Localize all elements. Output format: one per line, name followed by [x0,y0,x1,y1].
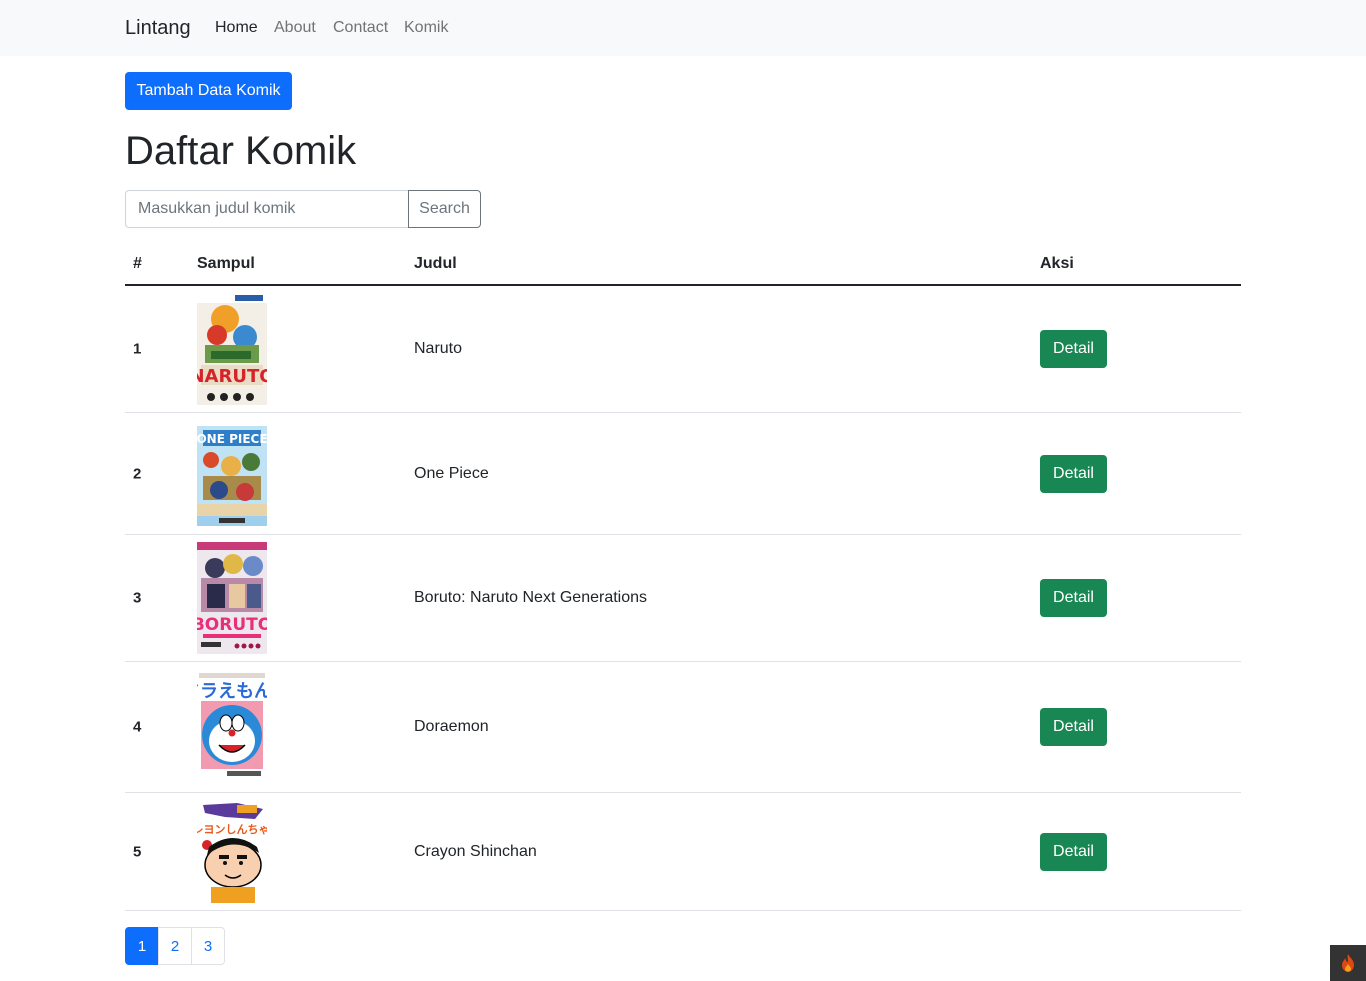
naruto-cover-image: NARUTO [197,293,267,405]
table-row: 2 ONE PIECE One Piece Detail [125,413,1241,535]
comic-title: Doraemon [414,718,489,735]
svg-text:NARUTO: NARUTO [197,366,267,387]
row-number: 3 [133,589,142,607]
debug-toolbar-toggle[interactable] [1330,945,1366,981]
detail-button[interactable]: Detail [1040,330,1107,368]
detail-button[interactable]: Detail [1040,708,1107,746]
row-number: 4 [133,718,142,736]
detail-button[interactable]: Detail [1040,454,1107,493]
pagination: 1 2 3 [125,927,225,965]
one-piece-cover-image: ONE PIECE [197,420,267,526]
detail-button[interactable]: Detail [1040,579,1107,617]
page-link-3[interactable]: 3 [191,927,225,965]
detail-button[interactable]: Detail [1040,832,1107,871]
table-row: 3 BORUTO Boruto: Naruto Next Generations… [125,535,1241,662]
navbar: Lintang Home About Contact Komik [0,0,1366,56]
nav-link-about[interactable]: About [274,19,316,37]
table-row: 4 ドラえもん Doraemon Detail [125,662,1241,793]
svg-text:BORUTO: BORUTO [197,615,267,635]
row-number: 5 [133,843,142,860]
search-button[interactable]: Search [408,190,481,228]
flame-icon [1342,954,1354,972]
page-title: Daftar Komik [125,129,357,173]
nav-link-komik[interactable]: Komik [404,19,448,37]
comic-title: One Piece [414,464,489,482]
nav-link-home[interactable]: Home [215,19,258,37]
row-number: 1 [133,340,142,358]
comic-title: Boruto: Naruto Next Generations [414,589,648,606]
comic-title: Naruto [414,340,463,357]
table-row: 5 クレヨンしんちゃん Crayon Shinchan Detail [125,793,1241,911]
page-link-2[interactable]: 2 [158,927,192,965]
svg-text:ONE PIECE: ONE PIECE [197,432,267,446]
page-link-1[interactable]: 1 [125,927,159,965]
boruto-cover-image: BORUTO [197,542,267,654]
search-input[interactable] [125,190,409,228]
add-comic-button[interactable]: Tambah Data Komik [125,72,292,110]
navbar-brand[interactable]: Lintang [125,17,191,40]
header-cover: Sampul [197,255,255,272]
row-number: 2 [133,465,142,482]
header-action: Aksi [1040,255,1074,272]
header-title: Judul [414,255,457,272]
svg-text:クレヨンしんちゃん: クレヨンしんちゃん [197,823,267,836]
nav-link-contact[interactable]: Contact [333,19,388,37]
shinchan-cover-image: クレヨンしんちゃん [197,799,267,903]
doraemon-cover-image: ドラえもん [197,671,267,781]
comic-title: Crayon Shinchan [414,842,537,860]
table-row: 1 NARUTO Naruto Detail [125,286,1241,413]
header-number: # [133,255,142,272]
svg-text:ドラえもん: ドラえもん [197,681,267,702]
